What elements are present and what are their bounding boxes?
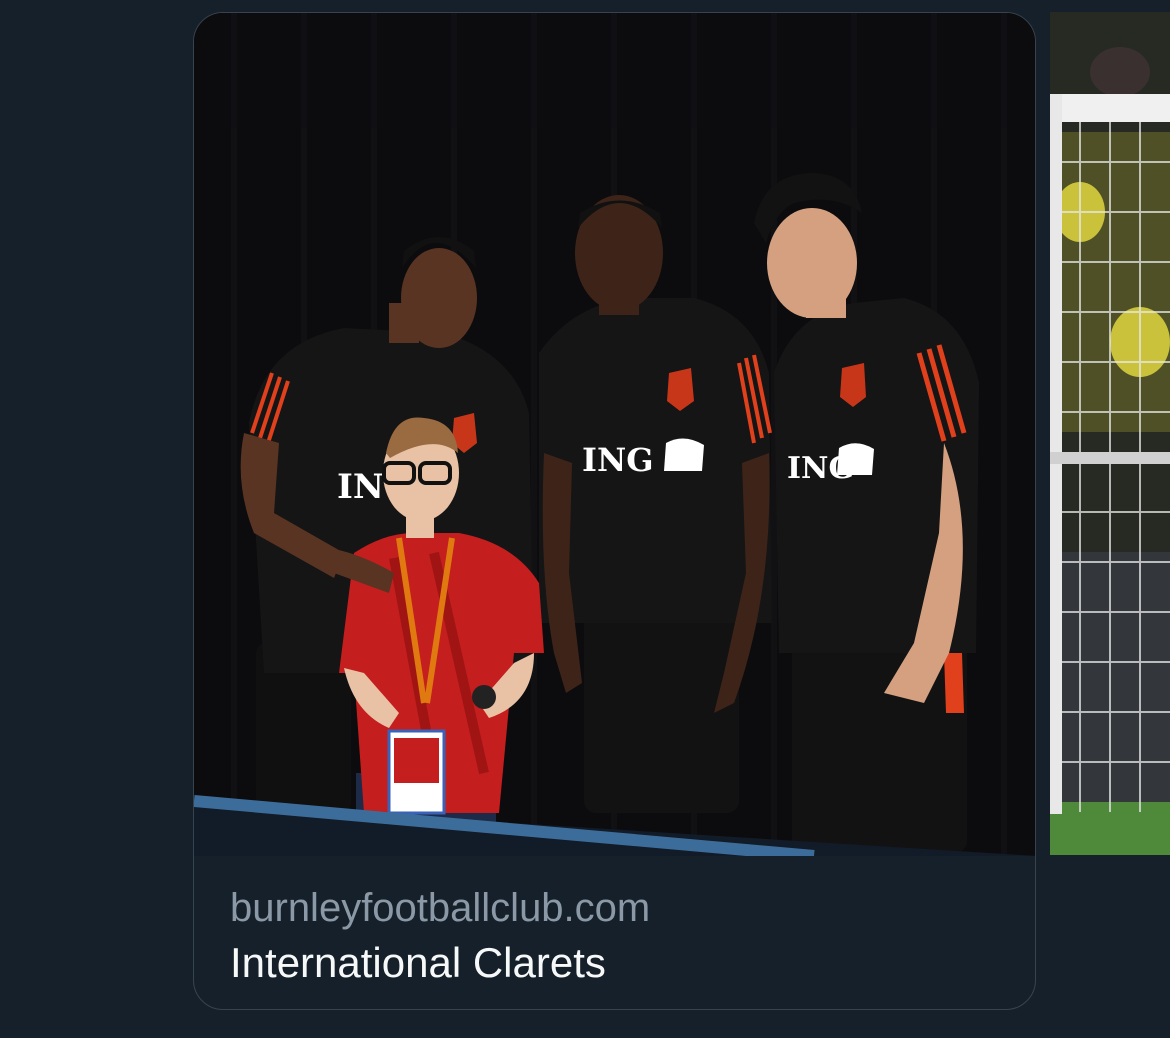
link-preview-card[interactable]: IN ING ING burnleyfootballclub.com Inter… <box>193 12 1036 1010</box>
goal-net-photo <box>1050 12 1170 855</box>
link-domain[interactable]: burnleyfootballclub.com <box>230 884 650 932</box>
link-preview-footer[interactable]: burnleyfootballclub.com International Cl… <box>194 856 1035 1009</box>
svg-text:IN: IN <box>337 467 384 507</box>
next-media-preview[interactable] <box>1050 12 1170 855</box>
link-preview-image[interactable]: IN ING ING <box>194 13 1035 856</box>
team-photo: IN ING ING <box>194 13 1035 856</box>
link-title[interactable]: International Clarets <box>230 938 606 988</box>
svg-text:ING: ING <box>582 441 654 479</box>
